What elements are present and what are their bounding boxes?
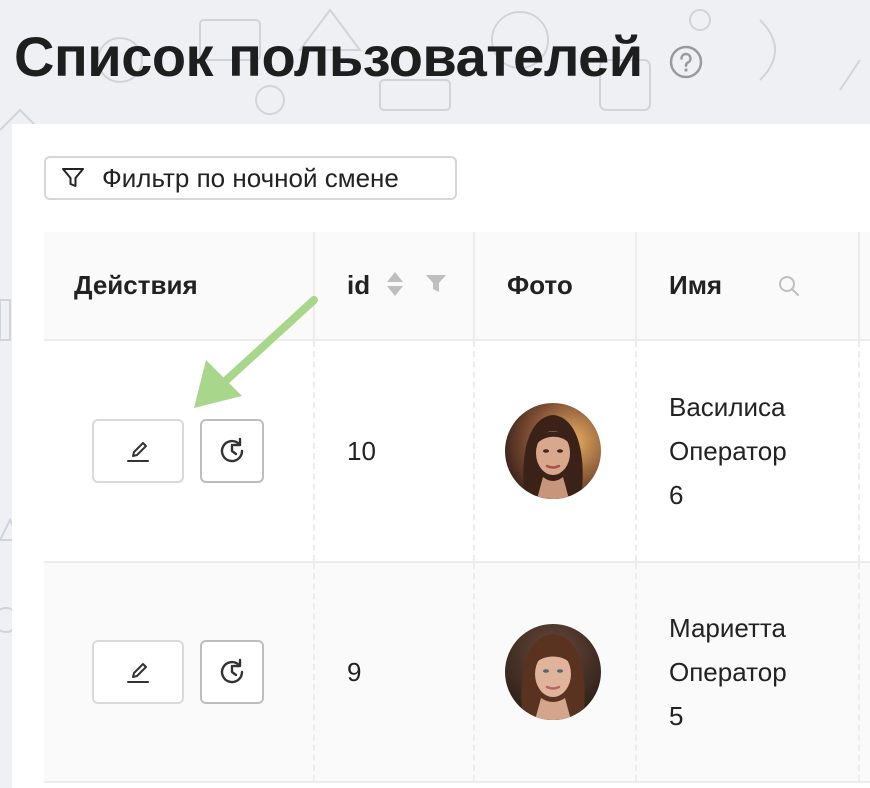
column-filter-icon[interactable] xyxy=(425,273,447,295)
sort-up-icon xyxy=(387,272,403,282)
page-header: Список пользователей xyxy=(14,22,703,92)
user-role: Оператор xyxy=(669,657,787,687)
column-header-extra xyxy=(859,232,870,341)
actions-cell xyxy=(44,562,315,783)
edit-icon xyxy=(127,442,149,462)
column-search-icon[interactable] xyxy=(777,274,801,298)
history-icon xyxy=(220,658,244,684)
table-row: 10 Василиса Оператор 6 xyxy=(44,340,870,563)
sort-down-icon xyxy=(387,286,403,296)
column-header-name[interactable]: Имя xyxy=(636,232,860,341)
funnel-icon xyxy=(62,168,84,187)
night-shift-filter-button[interactable]: Фильтр по ночной смене xyxy=(44,156,457,200)
edit-icon xyxy=(127,663,149,683)
extra-cell xyxy=(859,340,870,563)
table-header-row: Действия id Фото Имя xyxy=(44,232,870,341)
history-button[interactable] xyxy=(200,640,264,704)
name-cell: Мариетта Оператор 5 xyxy=(636,562,860,783)
column-header-id[interactable]: id xyxy=(314,232,475,341)
id-cell: 10 xyxy=(314,340,475,563)
user-role: Оператор xyxy=(669,436,787,466)
question-circle-icon[interactable] xyxy=(669,45,703,79)
user-number: 6 xyxy=(669,480,684,510)
sort-toggle[interactable] xyxy=(387,272,403,296)
extra-cell xyxy=(859,562,870,783)
table-row: 9 Мариетта Оператор 5 xyxy=(44,562,870,783)
actions-cell xyxy=(44,340,315,563)
users-card: Фильтр по ночной смене Действия id Фото … xyxy=(12,124,870,788)
column-header-actions: Действия xyxy=(44,232,315,341)
history-button[interactable] xyxy=(200,419,264,483)
users-table: Действия id Фото Имя 10 Василиса Операто… xyxy=(44,232,870,783)
page-title: Список пользователей xyxy=(14,25,643,88)
avatar xyxy=(505,624,601,720)
user-name: Мариетта xyxy=(669,613,786,643)
photo-cell xyxy=(474,562,637,783)
name-cell: Василиса Оператор 6 xyxy=(636,340,860,563)
user-name: Василиса xyxy=(669,392,786,422)
user-number: 5 xyxy=(669,701,684,731)
id-cell: 9 xyxy=(314,562,475,783)
edit-button[interactable] xyxy=(92,640,184,704)
avatar xyxy=(505,403,601,499)
column-header-photo: Фото xyxy=(474,232,637,341)
history-icon xyxy=(220,437,244,463)
filter-label: Фильтр по ночной смене xyxy=(102,162,399,193)
edit-button[interactable] xyxy=(92,419,184,483)
photo-cell xyxy=(474,340,637,563)
